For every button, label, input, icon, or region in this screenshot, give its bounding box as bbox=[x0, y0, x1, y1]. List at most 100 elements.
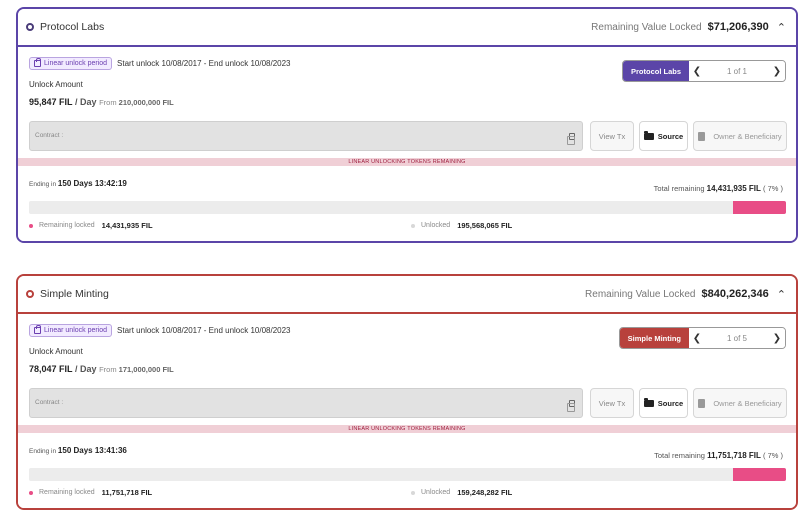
total-percent: ( 7% ) bbox=[762, 451, 783, 460]
badge-label: Linear unlock period bbox=[44, 60, 108, 67]
contract-field: Contract : bbox=[29, 121, 583, 151]
unlock-amount-label: Unlock Amount bbox=[29, 80, 83, 89]
unlocked-value: 159,248,282 FIL bbox=[457, 488, 513, 497]
vesting-card-protocol-labs: Protocol Labs Remaining Value Locked $71… bbox=[16, 7, 798, 243]
locked-value: 11,751,718 FIL bbox=[101, 488, 153, 497]
contract-label: Contract : bbox=[35, 132, 64, 139]
unlock-rate: 95,847 FIL / Day From 210,000,000 FIL bbox=[29, 97, 174, 107]
unlock-period: Linear unlock period Start unlock 10/08/… bbox=[29, 57, 291, 70]
view-tx-button[interactable]: View Tx bbox=[590, 388, 634, 418]
total-value: 11,751,718 FIL bbox=[707, 451, 761, 460]
next-chevron-icon[interactable]: ❯ bbox=[769, 328, 785, 348]
unlocked-dot-icon bbox=[411, 223, 415, 228]
locked-dot-icon bbox=[29, 223, 33, 228]
unlocked-label: Unlocked bbox=[421, 489, 451, 496]
vesting-card-simple-minting: Simple Minting Remaining Value Locked $8… bbox=[16, 274, 798, 510]
lock-icon bbox=[34, 325, 41, 334]
from-label: From bbox=[99, 365, 117, 374]
prev-chevron-icon[interactable]: ❮ bbox=[689, 328, 705, 348]
progress-track bbox=[29, 201, 786, 214]
legend-locked: Remaining locked 11,751,718 FIL bbox=[29, 488, 152, 497]
card-header[interactable]: Simple Minting Remaining Value Locked $8… bbox=[18, 276, 796, 314]
status-dot-icon bbox=[26, 290, 34, 298]
source-button[interactable]: Source bbox=[639, 121, 688, 151]
unlock-dates: Start unlock 10/08/2017 - End unlock 10/… bbox=[117, 59, 291, 68]
source-label: Source bbox=[657, 131, 684, 141]
schedule-pager: Simple Minting ❮ 1 of 5 ❯ bbox=[618, 327, 786, 349]
ending-label: Ending in bbox=[29, 181, 57, 188]
from-label: From bbox=[99, 98, 117, 107]
card-header[interactable]: Protocol Labs Remaining Value Locked $71… bbox=[18, 9, 796, 47]
total-label: Total remaining bbox=[654, 451, 705, 460]
rate-unit: / Day bbox=[75, 364, 97, 374]
card-body: Linear unlock period Start unlock 10/08/… bbox=[18, 314, 796, 508]
total-remaining: Total remaining 14,431,935 FIL ( 7% ) bbox=[654, 184, 783, 193]
card-body: Linear unlock period Start unlock 10/08/… bbox=[18, 47, 796, 241]
status-dot-icon bbox=[26, 23, 34, 31]
unlock-period: Linear unlock period Start unlock 10/08/… bbox=[29, 324, 291, 337]
locked-progress-fill bbox=[733, 201, 786, 214]
rate-value: 95,847 FIL bbox=[29, 97, 73, 107]
locked-progress-fill bbox=[733, 468, 786, 481]
chevron-up-icon[interactable]: ⌃ bbox=[777, 288, 786, 301]
ending-countdown: Ending in 150 Days 13:42:19 bbox=[29, 179, 127, 188]
schedule-pager: Protocol Labs ❮ 1 of 1 ❯ bbox=[621, 60, 786, 82]
source-label: Source bbox=[657, 398, 684, 408]
pager-title: Protocol Labs bbox=[622, 61, 689, 81]
ending-label: Ending in bbox=[29, 448, 57, 455]
locked-dot-icon bbox=[29, 490, 33, 495]
locked-value: 14,431,935 FIL bbox=[101, 221, 153, 230]
owner-label: Owner & Beneficiary bbox=[713, 398, 782, 408]
document-icon bbox=[698, 398, 706, 408]
remaining-value-label: Remaining Value Locked bbox=[591, 21, 702, 33]
view-tx-button[interactable]: View Tx bbox=[590, 121, 634, 151]
prev-chevron-icon[interactable]: ❮ bbox=[689, 61, 705, 81]
rate-value: 78,047 FIL bbox=[29, 364, 73, 374]
folder-icon bbox=[643, 130, 654, 140]
ending-value: 150 Days 13:42:19 bbox=[57, 179, 127, 188]
badge-label: Linear unlock period bbox=[44, 327, 108, 334]
total-value: 14,431,935 FIL bbox=[706, 184, 761, 193]
ending-value: 150 Days 13:41:36 bbox=[57, 446, 127, 455]
contract-label: Contract : bbox=[35, 399, 64, 406]
unlocked-label: Unlocked bbox=[421, 222, 451, 229]
remaining-value: $840,262,346 bbox=[701, 288, 769, 300]
owner-beneficiary-button[interactable]: Owner & Beneficiary bbox=[693, 121, 787, 151]
linear-unlocking-banner: LINEAR UNLOCKING TOKENS REMAINING bbox=[18, 425, 796, 433]
locked-label: Remaining locked bbox=[39, 489, 95, 496]
pager-count: 1 of 1 bbox=[705, 61, 769, 81]
unlock-rate: 78,047 FIL / Day From 171,000,000 FIL bbox=[29, 364, 174, 374]
contract-field: Contract : bbox=[29, 388, 583, 418]
remaining-value-label: Remaining Value Locked bbox=[585, 288, 696, 300]
card-title: Simple Minting bbox=[40, 288, 109, 300]
next-chevron-icon[interactable]: ❯ bbox=[769, 61, 785, 81]
legend-locked: Remaining locked 14,431,935 FIL bbox=[29, 221, 153, 230]
unlock-dates: Start unlock 10/08/2017 - End unlock 10/… bbox=[117, 326, 291, 335]
unlock-amount-label: Unlock Amount bbox=[29, 347, 83, 356]
unlocked-value: 195,568,065 FIL bbox=[457, 221, 513, 230]
card-title: Protocol Labs bbox=[40, 21, 105, 33]
chevron-up-icon[interactable]: ⌃ bbox=[777, 21, 786, 34]
total-percent: ( 7% ) bbox=[762, 184, 783, 193]
pager-title: Simple Minting bbox=[619, 328, 689, 348]
unlocked-dot-icon bbox=[411, 490, 415, 495]
locked-label: Remaining locked bbox=[39, 222, 95, 229]
linear-unlock-badge: Linear unlock period bbox=[29, 57, 113, 70]
progress-track bbox=[29, 468, 786, 481]
copy-icon[interactable] bbox=[567, 133, 575, 145]
total-label: Total remaining bbox=[653, 184, 705, 193]
legend-unlocked: Unlocked 159,248,282 FIL bbox=[411, 488, 512, 497]
source-button[interactable]: Source bbox=[639, 388, 688, 418]
linear-unlock-badge: Linear unlock period bbox=[29, 324, 113, 337]
from-value: 210,000,000 FIL bbox=[118, 98, 174, 107]
owner-beneficiary-button[interactable]: Owner & Beneficiary bbox=[693, 388, 787, 418]
copy-icon[interactable] bbox=[567, 400, 575, 412]
remaining-value: $71,206,390 bbox=[707, 21, 769, 33]
pager-count: 1 of 5 bbox=[705, 328, 769, 348]
rate-unit: / Day bbox=[75, 97, 97, 107]
from-value: 171,000,000 FIL bbox=[118, 365, 174, 374]
folder-icon bbox=[643, 397, 654, 407]
lock-icon bbox=[34, 58, 41, 67]
legend-unlocked: Unlocked 195,568,065 FIL bbox=[411, 221, 512, 230]
total-remaining: Total remaining 11,751,718 FIL ( 7% ) bbox=[654, 451, 783, 460]
